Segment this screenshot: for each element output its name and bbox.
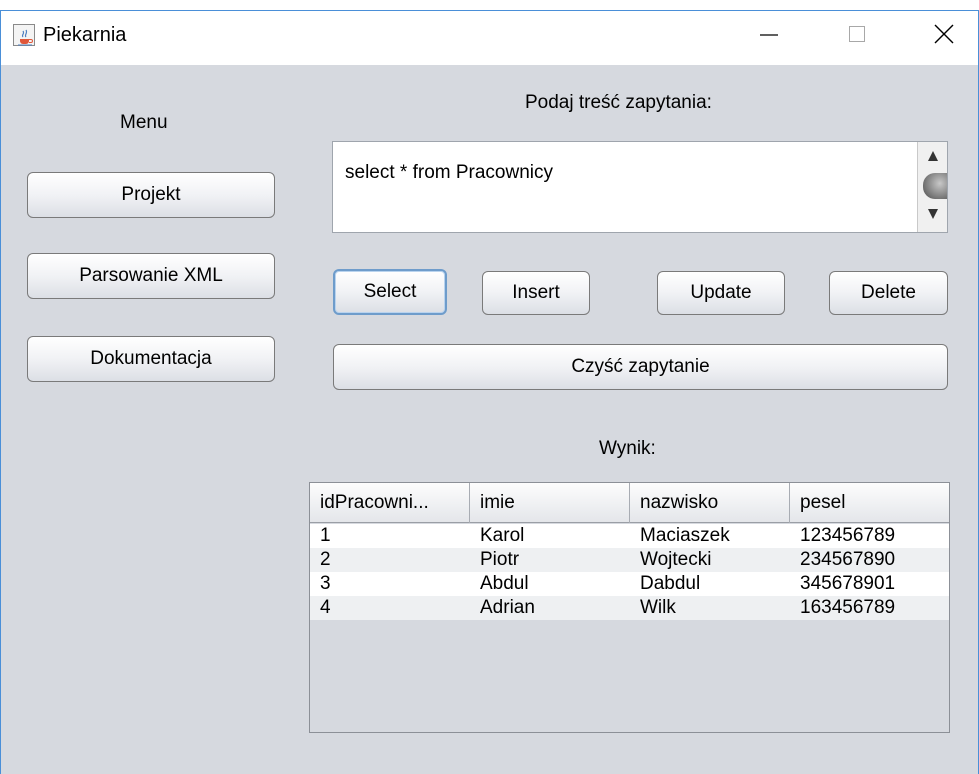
- maximize-icon: [849, 26, 865, 42]
- menu-title: Menu: [120, 112, 168, 133]
- table-cell[interactable]: 234567890: [790, 548, 949, 572]
- table-cell[interactable]: Wojtecki: [630, 548, 790, 572]
- table-cell[interactable]: Karol: [470, 524, 630, 548]
- column-header-pesel[interactable]: pesel: [790, 483, 949, 523]
- minimize-button[interactable]: [741, 11, 797, 57]
- minimize-icon: [760, 34, 778, 36]
- close-button[interactable]: [916, 11, 972, 57]
- delete-button[interactable]: Delete: [829, 271, 948, 315]
- client-area: Menu Projekt Parsowanie XML Dokumentacja…: [1, 65, 978, 774]
- table-row[interactable]: 1 Karol Maciaszek 123456789: [310, 524, 949, 548]
- table-cell[interactable]: Abdul: [470, 572, 630, 596]
- table-cell[interactable]: 1: [310, 524, 470, 548]
- table-header: idPracowni... imie nazwisko pesel: [310, 483, 949, 523]
- select-button[interactable]: Select: [333, 269, 447, 315]
- table-cell[interactable]: Dabdul: [630, 572, 790, 596]
- parsowanie-xml-button[interactable]: Parsowanie XML: [27, 253, 275, 299]
- scrollbar-thumb[interactable]: [923, 173, 947, 199]
- table-cell[interactable]: Piotr: [470, 548, 630, 572]
- table-cell[interactable]: 2: [310, 548, 470, 572]
- table-cell[interactable]: Wilk: [630, 596, 790, 620]
- app-window: Piekarnia Menu Projekt Parsowanie XML Do…: [0, 10, 979, 774]
- result-table[interactable]: idPracowni... imie nazwisko pesel 1 Karo…: [309, 482, 950, 733]
- arrow-down-icon[interactable]: [927, 208, 939, 220]
- close-icon: [934, 24, 954, 44]
- table-cell[interactable]: 345678901: [790, 572, 949, 596]
- dokumentacja-button[interactable]: Dokumentacja: [27, 336, 275, 382]
- title-bar[interactable]: Piekarnia: [1, 11, 978, 65]
- table-cell[interactable]: 3: [310, 572, 470, 596]
- table-cell[interactable]: Adrian: [470, 596, 630, 620]
- maximize-button[interactable]: [829, 11, 885, 57]
- update-button[interactable]: Update: [657, 271, 785, 315]
- java-cup-icon[interactable]: [13, 24, 35, 46]
- projekt-button[interactable]: Projekt: [27, 172, 275, 218]
- table-cell[interactable]: 123456789: [790, 524, 949, 548]
- clear-query-button[interactable]: Czyść zapytanie: [333, 344, 948, 390]
- column-header-nazwisko[interactable]: nazwisko: [630, 483, 790, 523]
- result-label: Wynik:: [599, 438, 656, 459]
- query-label: Podaj treść zapytania:: [525, 92, 712, 113]
- column-header-imie[interactable]: imie: [470, 483, 630, 523]
- query-text[interactable]: select * from Pracownicy: [345, 162, 553, 184]
- window-title: Piekarnia: [43, 24, 127, 46]
- table-cell[interactable]: 163456789: [790, 596, 949, 620]
- column-header-id[interactable]: idPracowni...: [310, 483, 470, 523]
- query-textarea[interactable]: select * from Pracownicy: [332, 141, 948, 233]
- table-cell[interactable]: Maciaszek: [630, 524, 790, 548]
- query-scrollbar[interactable]: [917, 142, 947, 232]
- table-row[interactable]: 2 Piotr Wojtecki 234567890: [310, 548, 949, 572]
- table-cell[interactable]: 4: [310, 596, 470, 620]
- arrow-up-icon[interactable]: [927, 150, 939, 162]
- insert-button[interactable]: Insert: [482, 271, 590, 315]
- table-row[interactable]: 4 Adrian Wilk 163456789: [310, 596, 949, 620]
- table-body: 1 Karol Maciaszek 123456789 2 Piotr Wojt…: [310, 524, 949, 620]
- table-row[interactable]: 3 Abdul Dabdul 345678901: [310, 572, 949, 596]
